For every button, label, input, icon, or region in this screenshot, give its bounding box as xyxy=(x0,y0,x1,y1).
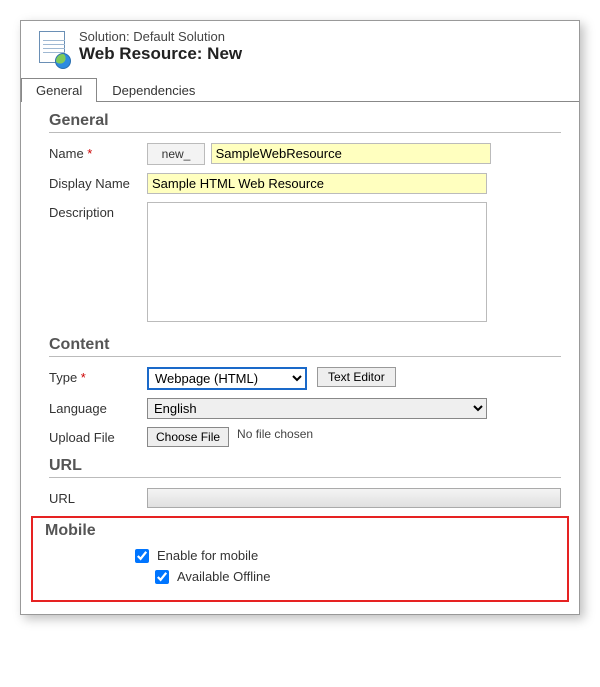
url-display xyxy=(147,488,561,508)
tab-bar: General Dependencies xyxy=(21,77,579,102)
label-type: Type * xyxy=(49,367,147,385)
enable-mobile-checkbox[interactable] xyxy=(135,549,149,563)
row-display-name: Display Name xyxy=(49,173,561,194)
type-select[interactable]: Webpage (HTML) xyxy=(147,367,307,390)
section-mobile: Mobile Enable for mobile Available Offli… xyxy=(31,516,569,602)
panel-header: Solution: Default Solution Web Resource:… xyxy=(21,21,579,75)
tab-general[interactable]: General xyxy=(21,78,97,102)
label-display-name: Display Name xyxy=(49,173,147,191)
tab-dependencies[interactable]: Dependencies xyxy=(97,78,210,102)
text-editor-button[interactable]: Text Editor xyxy=(317,367,396,387)
name-input[interactable] xyxy=(211,143,491,164)
row-enable-mobile: Enable for mobile xyxy=(135,548,555,563)
label-language: Language xyxy=(49,398,147,416)
section-mobile-head: Mobile xyxy=(45,522,555,540)
language-select[interactable]: English xyxy=(147,398,487,419)
display-name-input[interactable] xyxy=(147,173,487,194)
section-general-head: General xyxy=(49,112,561,133)
label-url: URL xyxy=(49,488,147,506)
form-area: General Name * new_ Display Name Descrip… xyxy=(21,102,579,508)
row-type: Type * Webpage (HTML) Text Editor xyxy=(49,367,561,390)
row-url: URL xyxy=(49,488,561,508)
header-text: Solution: Default Solution Web Resource:… xyxy=(79,29,242,64)
row-language: Language English xyxy=(49,398,561,419)
row-description: Description xyxy=(49,202,561,322)
section-content-head: Content xyxy=(49,336,561,357)
name-prefix: new_ xyxy=(147,143,205,165)
file-status-text: No file chosen xyxy=(237,427,313,441)
row-name: Name * new_ xyxy=(49,143,561,165)
label-name-text: Name xyxy=(49,146,84,161)
row-upload-file: Upload File Choose File No file chosen xyxy=(49,427,561,447)
section-content: Content Type * Webpage (HTML) Text Edito… xyxy=(49,336,561,447)
required-asterisk: * xyxy=(77,370,86,385)
section-url: URL URL xyxy=(49,457,561,508)
solution-line: Solution: Default Solution xyxy=(79,29,242,44)
web-resource-panel: Solution: Default Solution Web Resource:… xyxy=(20,20,580,615)
available-offline-label: Available Offline xyxy=(177,569,270,584)
row-available-offline: Available Offline xyxy=(155,569,555,584)
enable-mobile-label: Enable for mobile xyxy=(157,548,258,563)
name-controls: new_ xyxy=(147,143,491,165)
label-name: Name * xyxy=(49,143,147,161)
web-resource-icon xyxy=(39,31,69,67)
section-url-head: URL xyxy=(49,457,561,478)
available-offline-checkbox[interactable] xyxy=(155,570,169,584)
label-upload: Upload File xyxy=(49,427,147,445)
label-description: Description xyxy=(49,202,147,220)
page-title: Web Resource: New xyxy=(79,44,242,64)
description-textarea[interactable] xyxy=(147,202,487,322)
required-asterisk: * xyxy=(84,146,93,161)
label-type-text: Type xyxy=(49,370,77,385)
choose-file-button[interactable]: Choose File xyxy=(147,427,229,447)
